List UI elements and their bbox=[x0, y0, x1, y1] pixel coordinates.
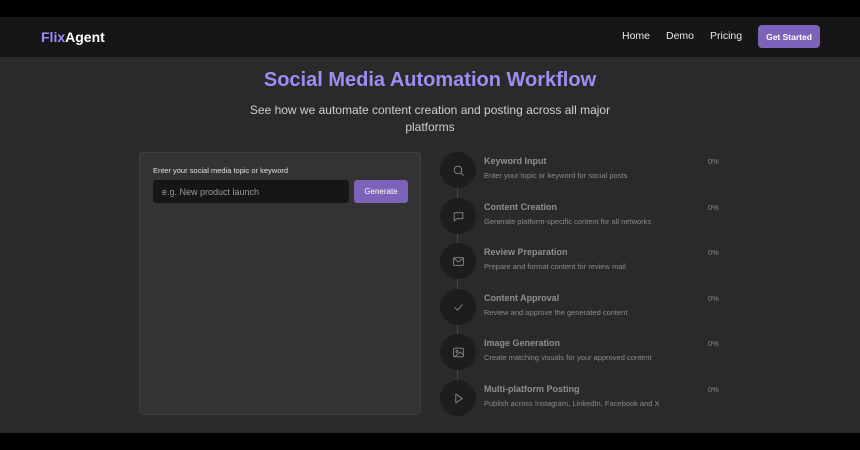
page-subtitle: See how we automate content creation and… bbox=[249, 103, 611, 134]
step-title: Multi-platform Posting bbox=[484, 384, 580, 394]
step-description: Create matching visuals for your approve… bbox=[484, 353, 652, 362]
step-progress: 0% bbox=[708, 203, 719, 212]
workflow-step-review-preparation: Review Preparation Prepare and format co… bbox=[440, 243, 740, 279]
top-nav: FlixAgent Home Demo Pricing Get Started bbox=[0, 17, 860, 57]
message-icon bbox=[440, 198, 476, 234]
topic-input-label: Enter your social media topic or keyword bbox=[153, 166, 289, 175]
workflow-step-keyword-input: Keyword Input Enter your topic or keywor… bbox=[440, 152, 740, 188]
step-progress: 0% bbox=[708, 339, 719, 348]
page-title: Social Media Automation Workflow bbox=[263, 69, 597, 91]
workflow-step-content-creation: Content Creation Generate platform-speci… bbox=[440, 198, 740, 234]
topic-input[interactable] bbox=[153, 180, 349, 203]
nav-link-demo[interactable]: Demo bbox=[666, 30, 694, 42]
step-description: Generate platform-specific content for a… bbox=[484, 217, 652, 226]
step-progress: 0% bbox=[708, 385, 719, 394]
play-icon bbox=[440, 380, 476, 416]
topic-input-panel: Enter your social media topic or keyword… bbox=[139, 152, 421, 415]
mail-icon bbox=[440, 243, 476, 279]
logo-part-flix: Flix bbox=[41, 29, 66, 45]
nav-link-pricing[interactable]: Pricing bbox=[710, 30, 742, 42]
step-title: Content Approval bbox=[484, 293, 560, 303]
step-title: Image Generation bbox=[484, 338, 561, 348]
workflow-step-multiplatform-posting: Multi-platform Posting Publish across In… bbox=[440, 380, 740, 416]
nav-link-home[interactable]: Home bbox=[622, 30, 650, 42]
step-description: Publish across Instagram, LinkedIn, Face… bbox=[484, 399, 660, 408]
step-progress: 0% bbox=[708, 248, 719, 257]
generate-button[interactable]: Generate bbox=[354, 180, 408, 203]
step-title: Content Creation bbox=[484, 202, 557, 212]
step-progress: 0% bbox=[708, 294, 719, 303]
get-started-button[interactable]: Get Started bbox=[758, 25, 820, 48]
step-progress: 0% bbox=[708, 157, 719, 166]
check-icon bbox=[440, 289, 476, 325]
step-description: Enter your topic or keyword for social p… bbox=[484, 171, 628, 180]
logo-part-agent: Agent bbox=[65, 29, 105, 45]
step-title: Review Preparation bbox=[484, 247, 568, 257]
workflow-step-content-approval: Content Approval Review and approve the … bbox=[440, 289, 740, 325]
image-icon bbox=[440, 334, 476, 370]
app-frame: FlixAgent Home Demo Pricing Get Started … bbox=[0, 17, 860, 433]
step-description: Review and approve the generated content bbox=[484, 308, 628, 317]
step-title: Keyword Input bbox=[484, 156, 547, 166]
workflow-step-image-generation: Image Generation Create matching visuals… bbox=[440, 334, 740, 370]
logo[interactable]: FlixAgent bbox=[41, 29, 105, 45]
search-icon bbox=[440, 152, 476, 188]
step-description: Prepare and format content for review ma… bbox=[484, 262, 626, 271]
